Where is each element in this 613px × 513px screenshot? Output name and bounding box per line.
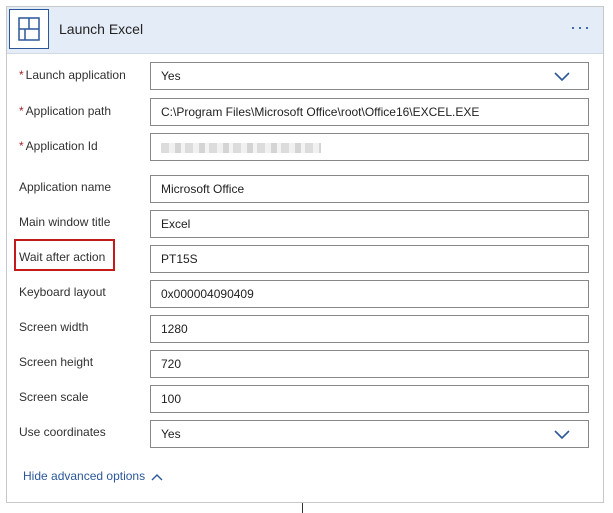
hide-advanced-options-link[interactable]: Hide advanced options: [23, 469, 163, 483]
chevron-down-icon: [554, 430, 570, 440]
layout-grid-icon: [9, 9, 49, 49]
launch-application-dropdown[interactable]: Yes: [150, 62, 589, 90]
label-screen-scale: Screen scale: [19, 390, 89, 404]
label-application-name: Application name: [19, 180, 112, 194]
label-screen-height: Screen height: [19, 355, 94, 369]
label-use-coordinates: Use coordinates: [19, 425, 106, 439]
application-name-input[interactable]: Microsoft Office: [150, 175, 589, 203]
label-application-path: * Application path: [19, 104, 112, 118]
card-title: Launch Excel: [59, 21, 144, 37]
required-marker: *: [19, 68, 24, 82]
chevron-up-icon: [151, 473, 163, 481]
action-card: Launch Excel ··· * Launch application Yes…: [6, 6, 604, 503]
use-coordinates-dropdown[interactable]: Yes: [150, 420, 589, 448]
screen-scale-input[interactable]: 100: [150, 385, 589, 413]
application-id-input[interactable]: [150, 133, 589, 161]
chevron-down-icon: [554, 72, 570, 82]
screen-height-input[interactable]: 720: [150, 350, 589, 378]
highlight-box: [14, 239, 115, 271]
flow-connector: [302, 503, 303, 513]
required-marker: *: [19, 104, 24, 118]
label-keyboard-layout: Keyboard layout: [19, 285, 106, 299]
label-main-window-title: Main window title: [19, 215, 111, 229]
required-marker: *: [19, 139, 24, 153]
card-header[interactable]: Launch Excel ···: [7, 7, 603, 54]
screen-width-input[interactable]: 1280: [150, 315, 589, 343]
application-path-input[interactable]: C:\Program Files\Microsoft Office\root\O…: [150, 98, 589, 126]
label-application-id: * Application Id: [19, 139, 98, 153]
main-window-title-input[interactable]: Excel: [150, 210, 589, 238]
wait-after-action-input[interactable]: PT15S: [150, 245, 589, 273]
label-launch-application: * Launch application: [19, 68, 126, 82]
more-options-button[interactable]: ···: [570, 17, 591, 38]
keyboard-layout-input[interactable]: 0x000004090409: [150, 280, 589, 308]
redacted-value: [161, 143, 321, 153]
label-screen-width: Screen width: [19, 320, 89, 334]
